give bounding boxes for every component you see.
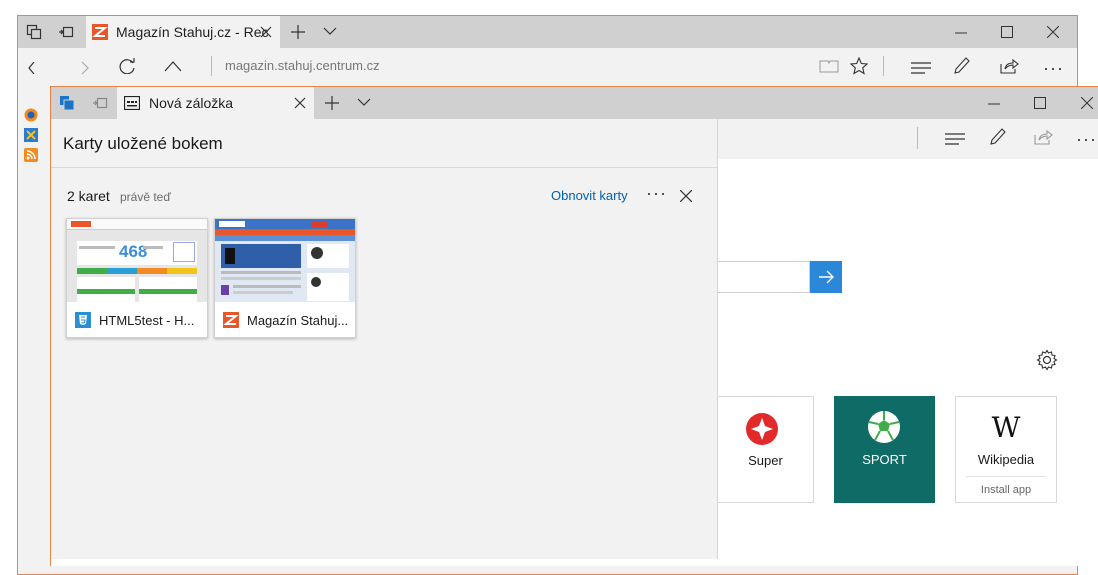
back-tab-bar: Magazín Stahuj.cz - Rec <box>18 16 1077 48</box>
more-icon[interactable]: ··· <box>1043 58 1064 79</box>
soccer-ball-icon <box>867 410 901 444</box>
forward-arrow-icon[interactable] <box>80 62 90 74</box>
panel-divider <box>51 167 718 168</box>
more-icon[interactable]: ··· <box>1076 129 1097 150</box>
close-icon[interactable] <box>294 97 306 109</box>
hub-icon[interactable] <box>911 62 931 74</box>
chevron-down-icon[interactable] <box>357 98 371 107</box>
search-arrow-icon <box>818 270 834 284</box>
share-icon[interactable] <box>1033 129 1053 145</box>
close-window-icon[interactable] <box>1047 26 1059 38</box>
front-active-tab[interactable]: Nová záložka <box>117 87 314 119</box>
install-app-link[interactable]: Install app <box>956 484 1056 496</box>
tabs-aside-icon[interactable] <box>59 95 75 111</box>
front-tab-bar: Nová záložka <box>51 87 1098 119</box>
toolbar-divider <box>883 56 884 76</box>
restore-tabs-link[interactable]: Obnovit karty <box>551 188 628 203</box>
tile-label: SPORT <box>862 452 907 467</box>
new-tab-page-icon <box>124 96 140 110</box>
stahuj-logo-icon <box>92 24 108 40</box>
tab-group-time: právě teď <box>120 190 171 204</box>
tile-super[interactable]: Super <box>718 396 814 503</box>
reading-view-icon[interactable] <box>819 59 839 73</box>
html5-icon <box>75 312 91 328</box>
refresh-icon[interactable] <box>118 58 138 74</box>
maximize-icon[interactable] <box>1034 97 1046 109</box>
back-arrow-icon[interactable] <box>28 62 44 74</box>
home-icon[interactable] <box>164 60 182 72</box>
back-tab-title: Magazín Stahuj.cz - Rec <box>116 24 269 40</box>
set-aside-tab-card[interactable]: Magazín Stahuj... <box>214 218 356 338</box>
new-tab-icon[interactable] <box>325 96 339 110</box>
address-bar-text[interactable]: magazin.stahuj.centrum.cz <box>225 58 380 73</box>
back-active-tab[interactable]: Magazín Stahuj.cz - Rec <box>86 16 280 48</box>
notes-icon[interactable] <box>953 57 971 75</box>
panel-title: Karty uložené bokem <box>63 134 223 153</box>
thumbnail-score: 468 <box>119 242 148 261</box>
tile-label: Wikipedia <box>977 452 1035 467</box>
toolbar-divider <box>917 127 918 149</box>
card-title: HTML5test - H... <box>99 313 195 328</box>
minimize-icon[interactable] <box>955 32 967 34</box>
tab-thumbnail: 468 <box>67 219 207 302</box>
notes-icon[interactable] <box>989 128 1007 146</box>
set-aside-icon[interactable] <box>92 95 108 111</box>
tile-divider <box>966 476 1046 477</box>
tile-sport[interactable]: SPORT <box>834 396 935 503</box>
tab-thumbnail <box>215 219 355 302</box>
tile-label: Super <box>748 453 783 468</box>
close-icon[interactable] <box>680 190 692 202</box>
tab-group-count: 2 karet <box>67 188 110 204</box>
app-icon <box>24 128 38 142</box>
front-tab-title: Nová záložka <box>149 95 234 111</box>
close-window-icon[interactable] <box>1081 97 1093 109</box>
search-input[interactable] <box>718 261 810 293</box>
settings-gear-icon[interactable] <box>1036 349 1058 371</box>
share-icon[interactable] <box>999 58 1019 74</box>
search-button[interactable] <box>810 261 842 293</box>
wikipedia-logo-icon: W <box>991 411 1021 444</box>
tile-wikipedia[interactable]: W Wikipedia Install app <box>955 396 1057 503</box>
chevron-down-icon[interactable] <box>323 27 337 36</box>
favorite-star-icon[interactable] <box>850 57 868 75</box>
card-title: Magazín Stahuj... <box>247 313 349 328</box>
back-toolbar: magazin.stahuj.centrum.cz ··· <box>18 48 1077 88</box>
hub-icon[interactable] <box>945 133 965 145</box>
more-icon[interactable]: ··· <box>646 183 667 204</box>
minimize-icon[interactable] <box>988 103 1000 105</box>
tabs-aside-icon[interactable] <box>26 24 42 40</box>
set-aside-tab-card[interactable]: 468 HTML5test - H... <box>66 218 208 338</box>
set-aside-icon[interactable] <box>58 24 74 40</box>
close-icon[interactable] <box>260 26 272 38</box>
super-logo-icon <box>745 412 779 446</box>
tabs-set-aside-panel: Karty uložené bokem 2 karet právě teď Ob… <box>51 119 718 559</box>
new-tab-icon[interactable] <box>291 25 305 39</box>
toolbar-divider <box>211 56 212 76</box>
stahuj-logo-icon <box>223 312 239 328</box>
maximize-icon[interactable] <box>1001 26 1013 38</box>
firefox-icon <box>24 108 38 122</box>
rss-icon <box>24 148 38 162</box>
